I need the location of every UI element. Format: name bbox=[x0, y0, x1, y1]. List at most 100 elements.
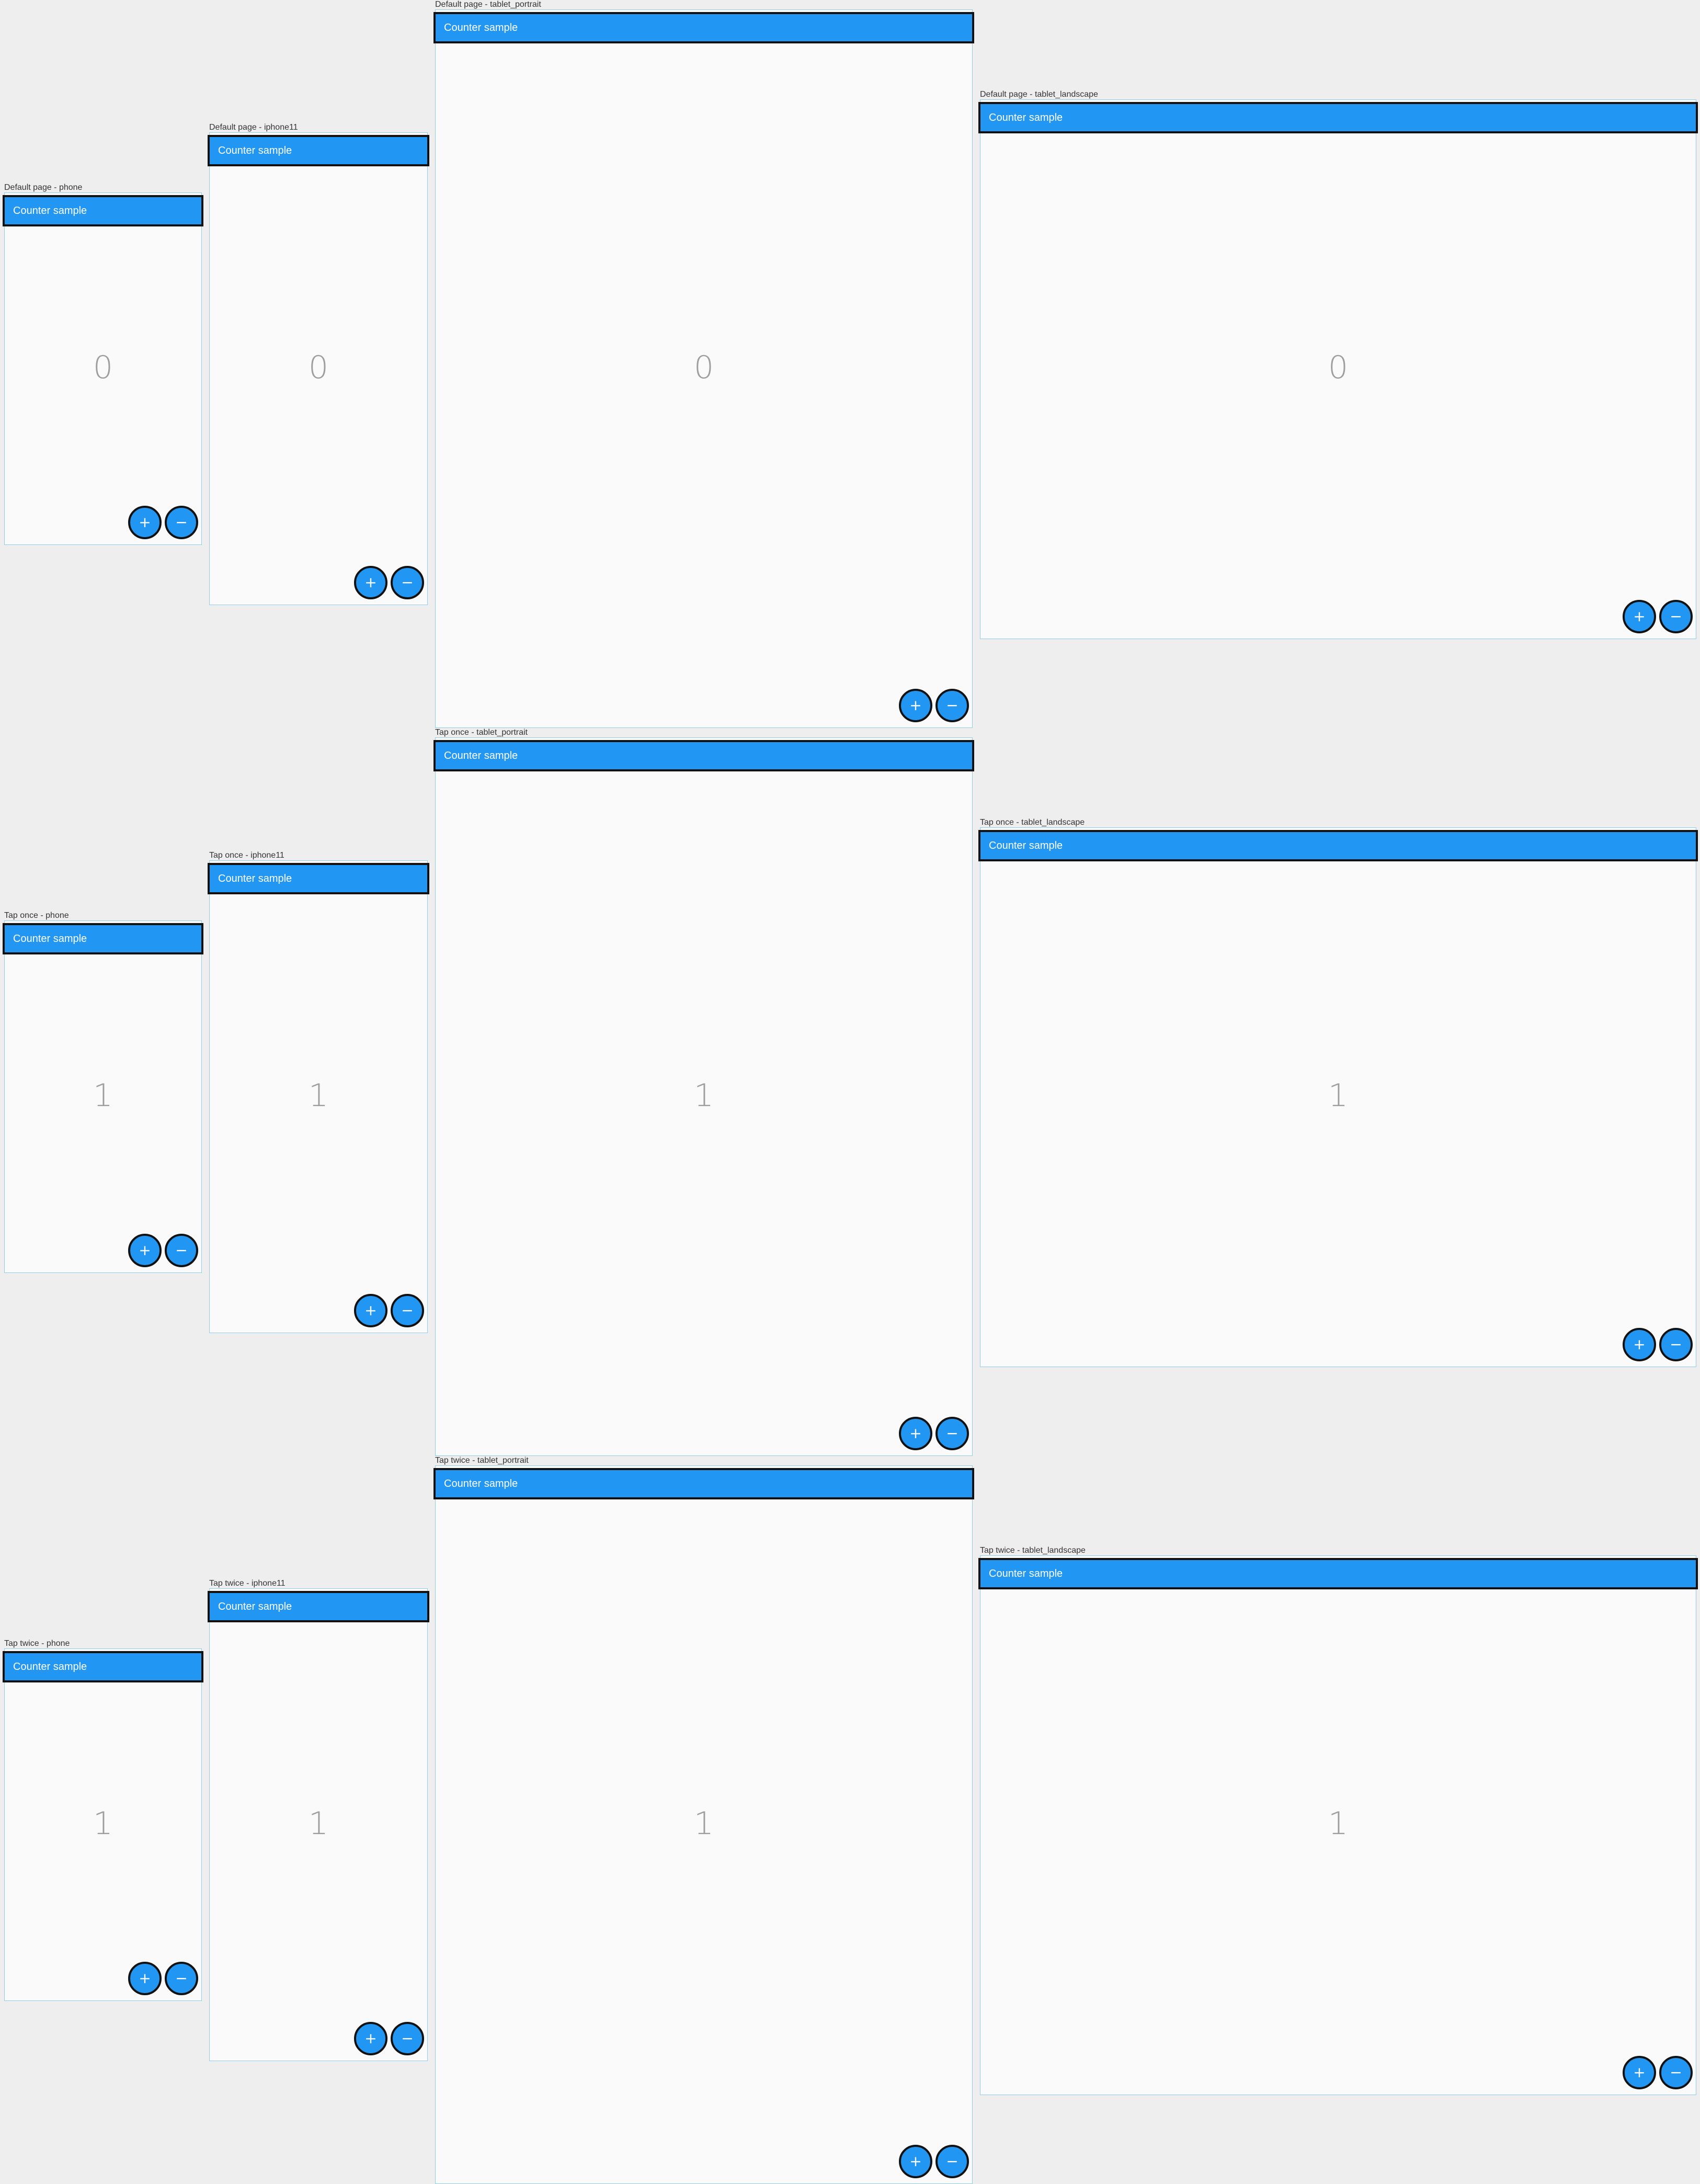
increment-button[interactable]: + bbox=[354, 2022, 387, 2055]
plus-icon: + bbox=[139, 1970, 151, 1987]
fab-group: + − bbox=[899, 689, 969, 722]
fab-group: + − bbox=[1623, 2056, 1693, 2089]
increment-button[interactable]: + bbox=[1623, 600, 1656, 633]
decrement-button[interactable]: − bbox=[935, 2145, 969, 2178]
counter-value: 0 bbox=[308, 349, 329, 386]
app-bar: Counter sample bbox=[433, 740, 974, 771]
decrement-button[interactable]: − bbox=[391, 566, 424, 599]
frame-default-tablet-landscape: Default page - tablet_landscape Counter … bbox=[978, 90, 1698, 639]
app-bar: Counter sample bbox=[978, 830, 1698, 861]
minus-icon: − bbox=[401, 2030, 414, 2047]
frame-label: Tap once - tablet_landscape bbox=[980, 818, 1085, 827]
app-bar: Counter sample bbox=[3, 923, 203, 954]
fab-group: + − bbox=[128, 1234, 198, 1267]
app-bar-title: Counter sample bbox=[989, 111, 1063, 123]
plus-icon: + bbox=[1633, 608, 1646, 625]
increment-button[interactable]: + bbox=[899, 689, 932, 722]
frame-tap-once-tablet-landscape: Tap once - tablet_landscape Counter samp… bbox=[978, 818, 1698, 1367]
increment-button[interactable]: + bbox=[128, 1962, 162, 1995]
plus-icon: + bbox=[364, 574, 377, 591]
increment-button[interactable]: + bbox=[128, 1234, 162, 1267]
counter-value: 1 bbox=[93, 1805, 113, 1842]
plus-icon: + bbox=[139, 1242, 151, 1259]
plus-icon: + bbox=[364, 1302, 377, 1319]
frame-tap-twice-tablet-portrait: Tap twice - tablet_portrait Counter samp… bbox=[433, 1456, 974, 2184]
frame-default-phone: Default page - phone Counter sample 0 + … bbox=[3, 183, 203, 545]
frame-tap-twice-iphone11: Tap twice - iphone11 Counter sample 1 + … bbox=[208, 1579, 429, 2061]
counter-value: 1 bbox=[93, 1077, 113, 1114]
frame-tap-once-phone: Tap once - phone Counter sample 1 + − bbox=[3, 911, 203, 1273]
decrement-button[interactable]: − bbox=[165, 1234, 198, 1267]
app-bar: Counter sample bbox=[3, 1651, 203, 1682]
device-screen: Counter sample 0 + − bbox=[433, 9, 974, 728]
fab-group: + − bbox=[899, 1417, 969, 1450]
counter-value: 0 bbox=[93, 349, 113, 386]
frame-label: Default page - tablet_landscape bbox=[980, 90, 1098, 99]
app-bar-title: Counter sample bbox=[218, 1600, 292, 1612]
decrement-button[interactable]: − bbox=[935, 1417, 969, 1450]
increment-button[interactable]: + bbox=[354, 566, 387, 599]
counter-value: 1 bbox=[693, 1805, 714, 1842]
device-screen: Counter sample 1 + − bbox=[208, 860, 429, 1333]
decrement-button[interactable]: − bbox=[165, 1962, 198, 1995]
device-screen: Counter sample 1 + − bbox=[978, 827, 1698, 1367]
app-bar: Counter sample bbox=[208, 135, 429, 166]
minus-icon: − bbox=[401, 574, 414, 591]
frame-label: Tap twice - tablet_portrait bbox=[435, 1456, 529, 1465]
app-bar: Counter sample bbox=[3, 195, 203, 226]
fab-group: + − bbox=[128, 1962, 198, 1995]
increment-button[interactable]: + bbox=[899, 2145, 932, 2178]
counter-value: 0 bbox=[1328, 349, 1349, 386]
decrement-button[interactable]: − bbox=[935, 689, 969, 722]
frame-label: Tap twice - tablet_landscape bbox=[980, 1546, 1086, 1555]
increment-button[interactable]: + bbox=[128, 506, 162, 539]
increment-button[interactable]: + bbox=[899, 1417, 932, 1450]
increment-button[interactable]: + bbox=[1623, 1328, 1656, 1361]
device-screen: Counter sample 1 + − bbox=[433, 737, 974, 1456]
decrement-button[interactable]: − bbox=[1659, 1328, 1693, 1361]
frame-label: Default page - iphone11 bbox=[209, 123, 298, 132]
frame-default-tablet-portrait: Default page - tablet_portrait Counter s… bbox=[433, 0, 974, 728]
device-screen: Counter sample 0 + − bbox=[208, 132, 429, 605]
device-screen: Counter sample 1 + − bbox=[208, 1588, 429, 2061]
minus-icon: − bbox=[1670, 1336, 1682, 1353]
minus-icon: − bbox=[175, 1242, 188, 1259]
fab-group: + − bbox=[354, 2022, 424, 2055]
counter-value: 1 bbox=[308, 1805, 329, 1842]
decrement-button[interactable]: − bbox=[391, 2022, 424, 2055]
decrement-button[interactable]: − bbox=[1659, 600, 1693, 633]
app-bar: Counter sample bbox=[433, 1468, 974, 1499]
app-bar-title: Counter sample bbox=[444, 21, 518, 33]
minus-icon: − bbox=[1670, 2064, 1682, 2081]
app-bar-title: Counter sample bbox=[218, 144, 292, 156]
app-bar-title: Counter sample bbox=[13, 204, 87, 217]
fab-group: + − bbox=[354, 1294, 424, 1327]
increment-button[interactable]: + bbox=[1623, 2056, 1656, 2089]
minus-icon: − bbox=[1670, 608, 1682, 625]
frame-label: Default page - phone bbox=[4, 183, 83, 192]
frame-label: Tap twice - phone bbox=[4, 1639, 70, 1648]
decrement-button[interactable]: − bbox=[391, 1294, 424, 1327]
app-bar: Counter sample bbox=[433, 12, 974, 43]
frame-tap-once-iphone11: Tap once - iphone11 Counter sample 1 + − bbox=[208, 851, 429, 1333]
fab-group: + − bbox=[1623, 600, 1693, 633]
app-bar: Counter sample bbox=[208, 863, 429, 894]
plus-icon: + bbox=[364, 2030, 377, 2047]
plus-icon: + bbox=[1633, 1336, 1646, 1353]
increment-button[interactable]: + bbox=[354, 1294, 387, 1327]
frame-label: Tap once - iphone11 bbox=[209, 851, 284, 860]
app-bar: Counter sample bbox=[208, 1591, 429, 1622]
plus-icon: + bbox=[1633, 2064, 1646, 2081]
minus-icon: − bbox=[946, 697, 959, 714]
minus-icon: − bbox=[946, 1425, 959, 1442]
counter-value: 1 bbox=[693, 1077, 714, 1114]
minus-icon: − bbox=[401, 1302, 414, 1319]
plus-icon: + bbox=[909, 1425, 922, 1442]
decrement-button[interactable]: − bbox=[165, 506, 198, 539]
decrement-button[interactable]: − bbox=[1659, 2056, 1693, 2089]
frame-tap-twice-tablet-landscape: Tap twice - tablet_landscape Counter sam… bbox=[978, 1546, 1698, 2095]
device-screen: Counter sample 1 + − bbox=[3, 920, 203, 1273]
app-bar-title: Counter sample bbox=[444, 1477, 518, 1489]
app-bar-title: Counter sample bbox=[989, 839, 1063, 851]
frame-label: Tap once - phone bbox=[4, 911, 69, 920]
